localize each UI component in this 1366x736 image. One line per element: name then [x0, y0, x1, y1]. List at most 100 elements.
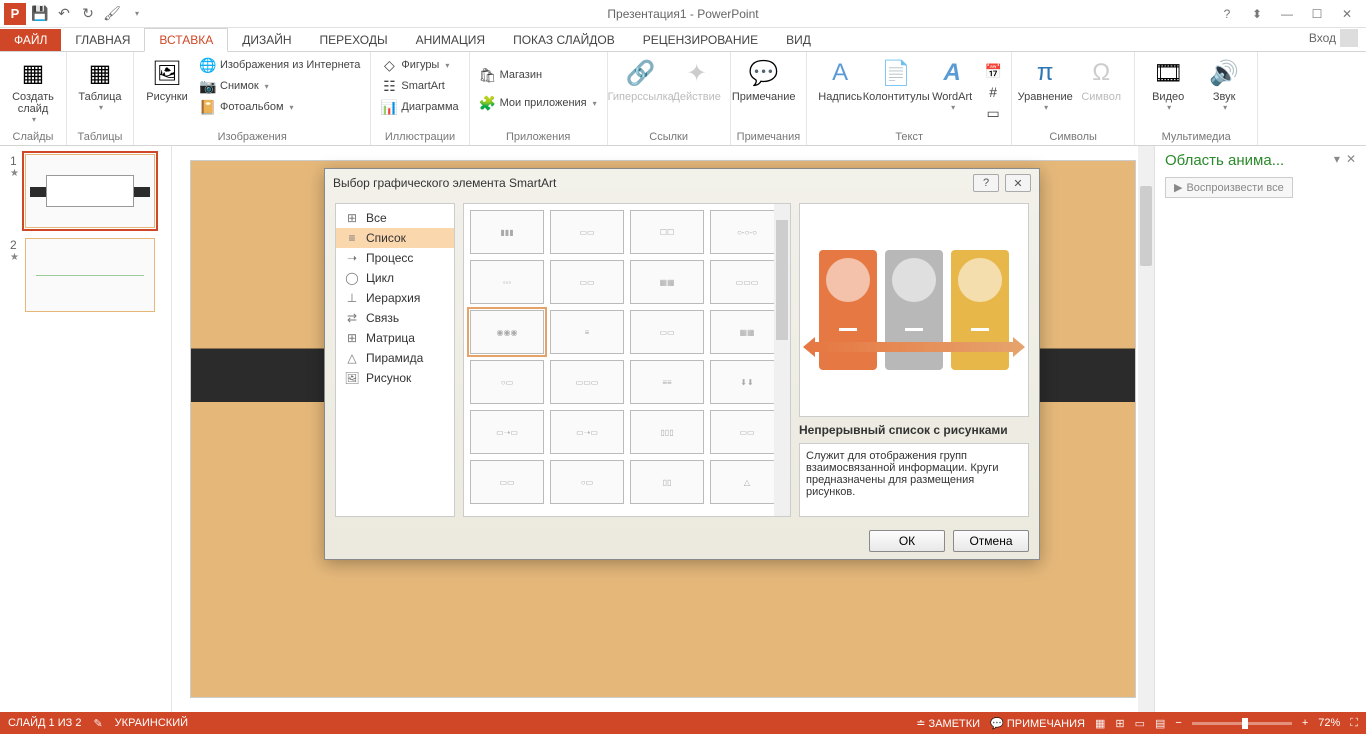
smartart-item[interactable]: ▭➝▭ — [550, 410, 624, 454]
cat-relationship[interactable]: ⇄Связь — [336, 308, 454, 328]
notes-button[interactable]: ≐ ЗАМЕТКИ — [916, 717, 980, 730]
video-button[interactable]: 🎞Видео — [1141, 55, 1195, 114]
zoom-in-button[interactable]: + — [1302, 717, 1308, 729]
language-indicator[interactable]: УКРАИНСКИЙ — [115, 717, 188, 729]
dialog-close-icon[interactable]: ✕ — [1005, 174, 1031, 192]
minimize-icon[interactable]: — — [1278, 7, 1296, 21]
tab-view[interactable]: ВИД — [772, 29, 825, 51]
shapes-button[interactable]: ◇Фигуры — [377, 55, 462, 75]
cat-list[interactable]: ≡Список — [336, 228, 454, 248]
smartart-item[interactable]: △ — [710, 460, 784, 504]
smartart-item[interactable]: ≡ — [550, 310, 624, 354]
smartart-item[interactable]: ▭▭▭ — [550, 360, 624, 404]
smartart-item[interactable]: ▯▯▯ — [630, 410, 704, 454]
cat-cycle[interactable]: ◯Цикл — [336, 268, 454, 288]
smartart-item[interactable]: ○▭ — [550, 460, 624, 504]
my-apps-button[interactable]: 🧩Мои приложения — [476, 93, 601, 113]
smartart-button[interactable]: ☷SmartArt — [377, 76, 462, 96]
smartart-item[interactable]: ▦▦ — [710, 310, 784, 354]
smartart-item[interactable]: ◦◦◦ — [470, 260, 544, 304]
dialog-help-icon[interactable]: ? — [973, 174, 999, 192]
smartart-item[interactable]: ○-○-○ — [710, 210, 784, 254]
cancel-button[interactable]: Отмена — [953, 530, 1029, 552]
cat-matrix[interactable]: ⊞Матрица — [336, 328, 454, 348]
date-time-button[interactable]: 📅 — [981, 61, 1005, 81]
grid-scrollbar[interactable] — [774, 204, 790, 516]
textbox-button[interactable]: AНадпись — [813, 55, 867, 105]
tab-insert[interactable]: ВСТАВКА — [144, 28, 228, 52]
screenshot-button[interactable]: 📷Снимок — [196, 76, 364, 96]
close-icon[interactable]: ✕ — [1338, 7, 1356, 21]
photo-album-button[interactable]: 📔Фотоальбом — [196, 97, 364, 117]
cat-pyramid[interactable]: △Пирамида — [336, 348, 454, 368]
smartart-item[interactable]: ▭▭ — [470, 460, 544, 504]
smartart-item[interactable]: ▦▦ — [630, 260, 704, 304]
zoom-out-button[interactable]: − — [1175, 717, 1181, 729]
tab-review[interactable]: РЕЦЕНЗИРОВАНИЕ — [629, 29, 772, 51]
object-button[interactable]: ▭ — [981, 103, 1005, 123]
qat-redo-icon[interactable]: ↻ — [78, 4, 98, 24]
smartart-item[interactable]: ▭▭ — [710, 410, 784, 454]
tab-home[interactable]: ГЛАВНАЯ — [61, 29, 144, 51]
smartart-preview: Непрерывный список с рисунками Служит дл… — [799, 203, 1029, 517]
wordart-button[interactable]: AWordArt — [925, 55, 979, 114]
help-icon[interactable]: ? — [1218, 7, 1236, 21]
qat-customize[interactable] — [126, 4, 146, 24]
cat-process[interactable]: ➝Процесс — [336, 248, 454, 268]
reading-view-icon[interactable]: ▭ — [1135, 717, 1145, 730]
maximize-icon[interactable]: ☐ — [1308, 7, 1326, 21]
smartart-item[interactable]: ▭➝▭ — [470, 410, 544, 454]
slide-number-button[interactable]: # — [981, 82, 1005, 102]
sorter-view-icon[interactable]: ⊞ — [1115, 717, 1124, 730]
tab-design[interactable]: ДИЗАЙН — [228, 29, 305, 51]
table-button[interactable]: ▦Таблица — [73, 55, 127, 114]
chart-button[interactable]: 📊Диаграмма — [377, 97, 462, 117]
tab-transitions[interactable]: ПЕРЕХОДЫ — [306, 29, 402, 51]
comment-button[interactable]: 💬Примечание — [737, 55, 791, 105]
qat-save-icon[interactable]: 💾 — [30, 4, 50, 24]
online-pictures-button[interactable]: 🌐Изображения из Интернета — [196, 55, 364, 75]
zoom-level[interactable]: 72% — [1318, 717, 1340, 729]
smartart-item[interactable]: ▭▭▭ — [710, 260, 784, 304]
smartart-item-selected[interactable]: ◉◉◉ — [470, 310, 544, 354]
cat-hierarchy[interactable]: ⊥Иерархия — [336, 288, 454, 308]
smartart-item[interactable]: ▭▭ — [550, 260, 624, 304]
qat-repeat-icon[interactable]: 🖌 — [102, 4, 122, 24]
smartart-item[interactable]: ○▭ — [470, 360, 544, 404]
new-slide-button[interactable]: ▦Создать слайд — [6, 55, 60, 126]
smartart-item[interactable]: ▭▭ — [550, 210, 624, 254]
smartart-item[interactable]: ▯▯ — [630, 460, 704, 504]
comments-button[interactable]: 💬 ПРИМЕЧАНИЯ — [990, 717, 1085, 730]
smartart-item[interactable]: ≡≡ — [630, 360, 704, 404]
slideshow-view-icon[interactable]: ▤ — [1155, 717, 1165, 730]
tab-file[interactable]: ФАЙЛ — [0, 29, 61, 51]
smartart-item[interactable]: ▮▮▮ — [470, 210, 544, 254]
normal-view-icon[interactable]: ▦ — [1095, 717, 1105, 730]
smartart-item[interactable]: ⬇⬇ — [710, 360, 784, 404]
play-all-button[interactable]: ▶Воспроизвести все — [1165, 177, 1293, 198]
smartart-item[interactable]: ▭▭ — [630, 310, 704, 354]
qat-undo-icon[interactable]: ↶ — [54, 4, 74, 24]
cat-all[interactable]: ⊞Все — [336, 208, 454, 228]
smartart-icon: ☷ — [381, 78, 397, 94]
sign-in[interactable]: Вход — [1301, 25, 1366, 51]
thumbnail-2[interactable]: 2★ — [10, 238, 161, 312]
pane-close-icon[interactable]: ✕ — [1346, 152, 1356, 166]
header-footer-button[interactable]: 📄Колонтитулы — [869, 55, 923, 105]
equation-button[interactable]: πУравнение — [1018, 55, 1072, 114]
tab-slideshow[interactable]: ПОКАЗ СЛАЙДОВ — [499, 29, 629, 51]
thumbnail-1[interactable]: 1★ — [10, 154, 161, 228]
pictures-button[interactable]: 🖼Рисунки — [140, 55, 194, 105]
smartart-item[interactable]: ☐☐ — [630, 210, 704, 254]
pane-dropdown-icon[interactable]: ▾ — [1334, 152, 1340, 166]
cat-picture[interactable]: 🖼Рисунок — [336, 368, 454, 388]
store-button[interactable]: 🛍Магазин — [476, 65, 601, 85]
tab-animation[interactable]: АНИМАЦИЯ — [402, 29, 499, 51]
vertical-scrollbar[interactable] — [1138, 146, 1154, 712]
audio-button[interactable]: 🔊Звук — [1197, 55, 1251, 114]
ribbon-options-icon[interactable]: ⬍ — [1248, 7, 1266, 21]
fit-to-window-icon[interactable]: ⛶ — [1350, 717, 1358, 730]
ok-button[interactable]: ОК — [869, 530, 945, 552]
zoom-slider[interactable] — [1192, 722, 1292, 725]
spellcheck-icon[interactable]: ✎ — [93, 717, 102, 730]
